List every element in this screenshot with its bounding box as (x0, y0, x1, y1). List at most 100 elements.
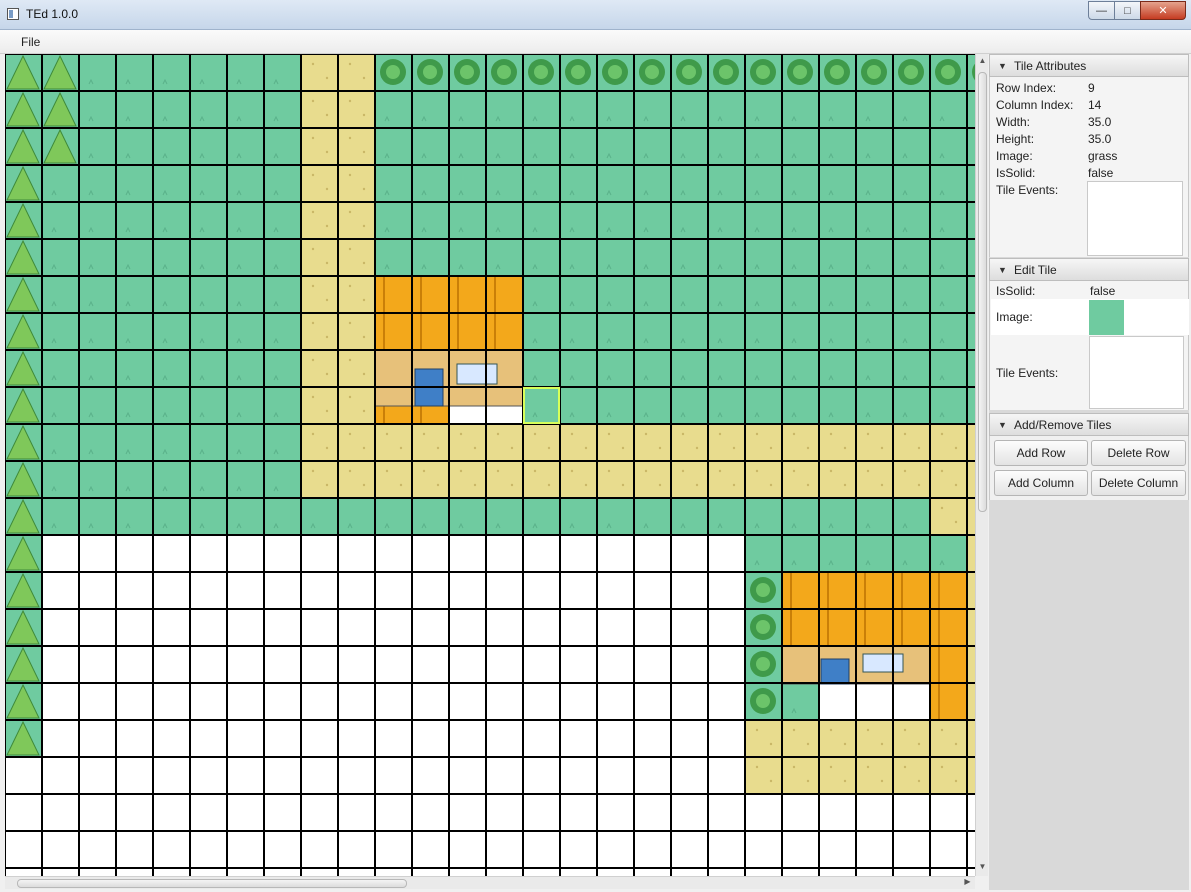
tile (79, 535, 116, 572)
add-remove-header[interactable]: ▼ Add/Remove Tiles (989, 413, 1189, 436)
tile (375, 868, 412, 876)
sand-speck (880, 446, 884, 450)
tile (486, 757, 523, 794)
tile (338, 313, 375, 350)
sand-speck (607, 469, 611, 473)
edit-issolid-value[interactable]: false (1090, 284, 1115, 298)
tile (782, 794, 819, 831)
sand-speck (584, 446, 588, 450)
delete-row-button[interactable]: Delete Row (1091, 440, 1186, 466)
bush-highlight (571, 65, 585, 79)
tile (227, 424, 264, 461)
tile (301, 239, 338, 276)
house-window (456, 363, 498, 385)
tile (560, 646, 597, 683)
tile (301, 720, 338, 757)
sand-speck (311, 210, 315, 214)
house-roof (820, 609, 855, 646)
tile (782, 720, 819, 757)
maximize-button[interactable]: □ (1114, 1, 1141, 20)
horizontal-scroll-thumb[interactable] (17, 879, 407, 888)
tile (79, 720, 116, 757)
sand-speck (755, 432, 759, 436)
sand-speck (843, 483, 847, 487)
house-door (820, 658, 850, 685)
sand-speck (422, 432, 426, 436)
house-roof (450, 276, 485, 313)
add-row-button[interactable]: Add Row (994, 440, 1088, 466)
sand-speck (607, 432, 611, 436)
window-title: TEd 1.0.0 (26, 7, 79, 21)
bush-highlight (756, 620, 770, 634)
tile (449, 831, 486, 868)
tile-image-swatch[interactable] (1089, 300, 1124, 335)
tile (301, 202, 338, 239)
house-roof (487, 313, 522, 350)
tile (264, 276, 301, 313)
tile (671, 387, 708, 424)
sand-speck (362, 224, 366, 228)
tile (338, 757, 375, 794)
sand-speck (510, 483, 514, 487)
tile (597, 757, 634, 794)
tile (782, 868, 819, 876)
sand-speck (940, 432, 944, 436)
tile-attributes-header[interactable]: ▼ Tile Attributes (989, 54, 1189, 77)
add-column-button[interactable]: Add Column (994, 470, 1088, 496)
tile (116, 757, 153, 794)
minimize-button[interactable]: — (1088, 1, 1115, 20)
scroll-up-icon[interactable]: ▲ (976, 56, 989, 65)
house-roof (376, 276, 411, 313)
tile (264, 794, 301, 831)
tile (42, 461, 79, 498)
tile (42, 868, 79, 876)
sand-speck (348, 395, 352, 399)
tile-map[interactable] (5, 54, 975, 876)
tile (745, 350, 782, 387)
vertical-scrollbar[interactable]: ▲ ▼ (975, 54, 988, 876)
tile (264, 683, 301, 720)
tile (745, 535, 782, 572)
horizontal-scrollbar[interactable]: ▶ (5, 876, 975, 889)
tile (671, 350, 708, 387)
tile (449, 609, 486, 646)
close-button[interactable]: ✕ (1140, 1, 1186, 20)
tile (79, 239, 116, 276)
tile-events-display[interactable] (1087, 181, 1183, 256)
sand-speck (325, 483, 329, 487)
scroll-down-icon[interactable]: ▼ (976, 862, 989, 871)
tile (227, 128, 264, 165)
tile (560, 239, 597, 276)
sand-speck (843, 742, 847, 746)
tile (338, 720, 375, 757)
vertical-scroll-thumb[interactable] (978, 72, 987, 512)
delete-column-button[interactable]: Delete Column (1091, 470, 1186, 496)
menu-file[interactable]: File (15, 34, 46, 50)
tile (819, 461, 856, 498)
tile (153, 202, 190, 239)
tile (634, 646, 671, 683)
tile (486, 609, 523, 646)
tile (782, 276, 819, 313)
tile (375, 91, 412, 128)
sand-speck (866, 728, 870, 732)
sand-speck (658, 446, 662, 450)
tile (893, 313, 930, 350)
sand-speck (362, 261, 366, 265)
tile (301, 868, 338, 876)
tile (116, 350, 153, 387)
tile (338, 498, 375, 535)
map-viewport[interactable] (5, 54, 975, 876)
tile (560, 757, 597, 794)
edit-tile-header[interactable]: ▼ Edit Tile (989, 258, 1189, 281)
menu-bar: File (0, 30, 1191, 54)
tile (745, 387, 782, 424)
tile (301, 387, 338, 424)
sand-speck (695, 446, 699, 450)
edit-tile-events-field[interactable] (1089, 336, 1184, 409)
sand-speck (732, 446, 736, 450)
tile (967, 313, 975, 350)
tile (930, 757, 967, 794)
scroll-right-icon[interactable]: ▶ (961, 877, 974, 886)
sand-speck (903, 432, 907, 436)
